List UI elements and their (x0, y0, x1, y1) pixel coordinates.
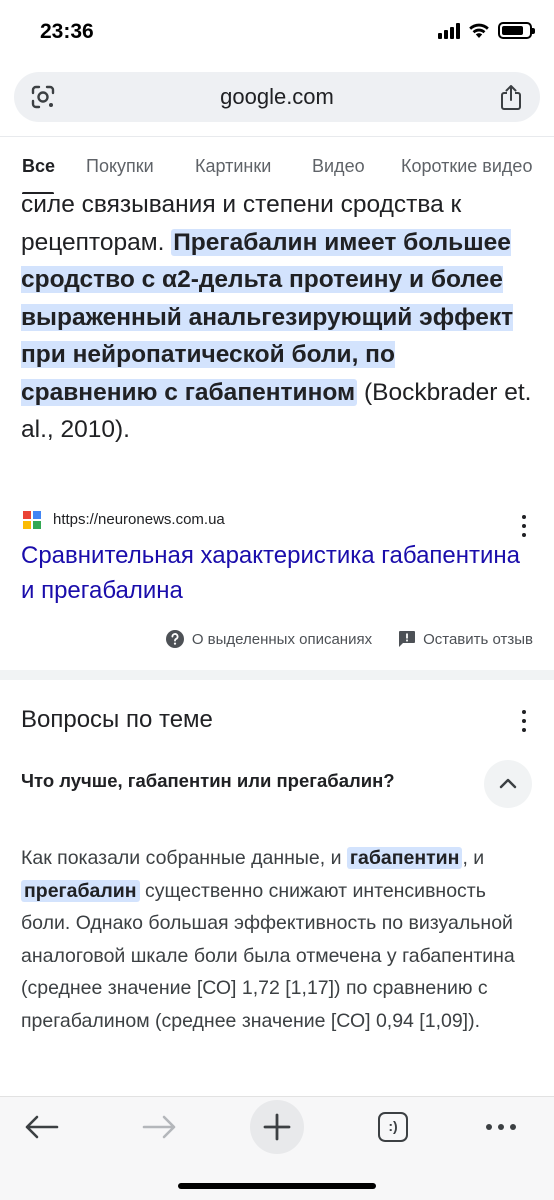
result-more-icon[interactable] (521, 515, 527, 537)
battery-icon (498, 22, 535, 39)
new-tab-button[interactable] (250, 1100, 304, 1154)
answer-text: существенно снижают интенсивность боли. … (21, 879, 515, 1032)
help-icon[interactable] (165, 629, 185, 649)
answer-highlight-gabapentin: габапентин (346, 847, 463, 869)
cellular-signal-icon (438, 22, 460, 39)
address-bar[interactable]: google.com (14, 72, 540, 122)
about-featured-link[interactable]: О выделенных описаниях (192, 631, 372, 648)
status-bar: 23:36 (0, 0, 554, 64)
source-url[interactable]: https://neuronews.com.ua (53, 511, 225, 528)
tab-short-videos[interactable]: Короткие видео (401, 156, 532, 177)
answer-text: , и (462, 847, 485, 869)
section-divider (0, 670, 554, 680)
forward-arrow-icon[interactable] (132, 1105, 186, 1149)
wifi-icon (469, 23, 489, 38)
tabs-count: :) (378, 1112, 408, 1142)
share-icon[interactable] (498, 83, 524, 111)
url-text[interactable]: google.com (14, 84, 540, 110)
home-indicator (178, 1183, 376, 1189)
answer-text: Как показали собранные данные, и (21, 847, 347, 869)
tabs-button[interactable]: :) (366, 1105, 420, 1149)
chevron-up-icon (499, 778, 517, 789)
source-row: https://neuronews.com.ua (22, 508, 537, 537)
tab-images[interactable]: Картинки (195, 156, 271, 177)
snippet-line-top: силе связывания и степени сродства к (21, 191, 462, 218)
about-featured-row: О выделенных описаниях Оставить отзыв (165, 628, 533, 650)
feedback-icon[interactable] (398, 630, 416, 648)
tab-shopping[interactable]: Покупки (86, 156, 154, 177)
plus-icon (263, 1113, 291, 1141)
status-icons (438, 22, 535, 39)
related-more-icon[interactable] (521, 710, 527, 732)
feedback-link[interactable]: Оставить отзыв (423, 631, 533, 648)
featured-snippet-text: силе связывания и степени сродства к рец… (21, 186, 536, 449)
status-time: 23:36 (40, 20, 94, 43)
related-question[interactable]: Что лучше, габапентин или прегабалин? (21, 770, 395, 792)
back-arrow-icon[interactable] (15, 1105, 69, 1149)
snippet-text-start: рецепторам. (21, 228, 172, 256)
tab-all[interactable]: Все (22, 156, 55, 177)
tab-videos[interactable]: Видео (312, 156, 365, 177)
more-icon[interactable] (474, 1105, 528, 1149)
result-title-link[interactable]: Сравнительная характеристика габапентина… (21, 538, 536, 608)
related-answer: Как показали собранные данные, и габапен… (21, 842, 536, 1037)
related-questions-title: Вопросы по теме (21, 706, 213, 733)
site-favicon-icon[interactable] (22, 510, 42, 530)
collapse-button[interactable] (484, 760, 532, 808)
answer-highlight-pregabalin: прегабалин (21, 879, 140, 902)
